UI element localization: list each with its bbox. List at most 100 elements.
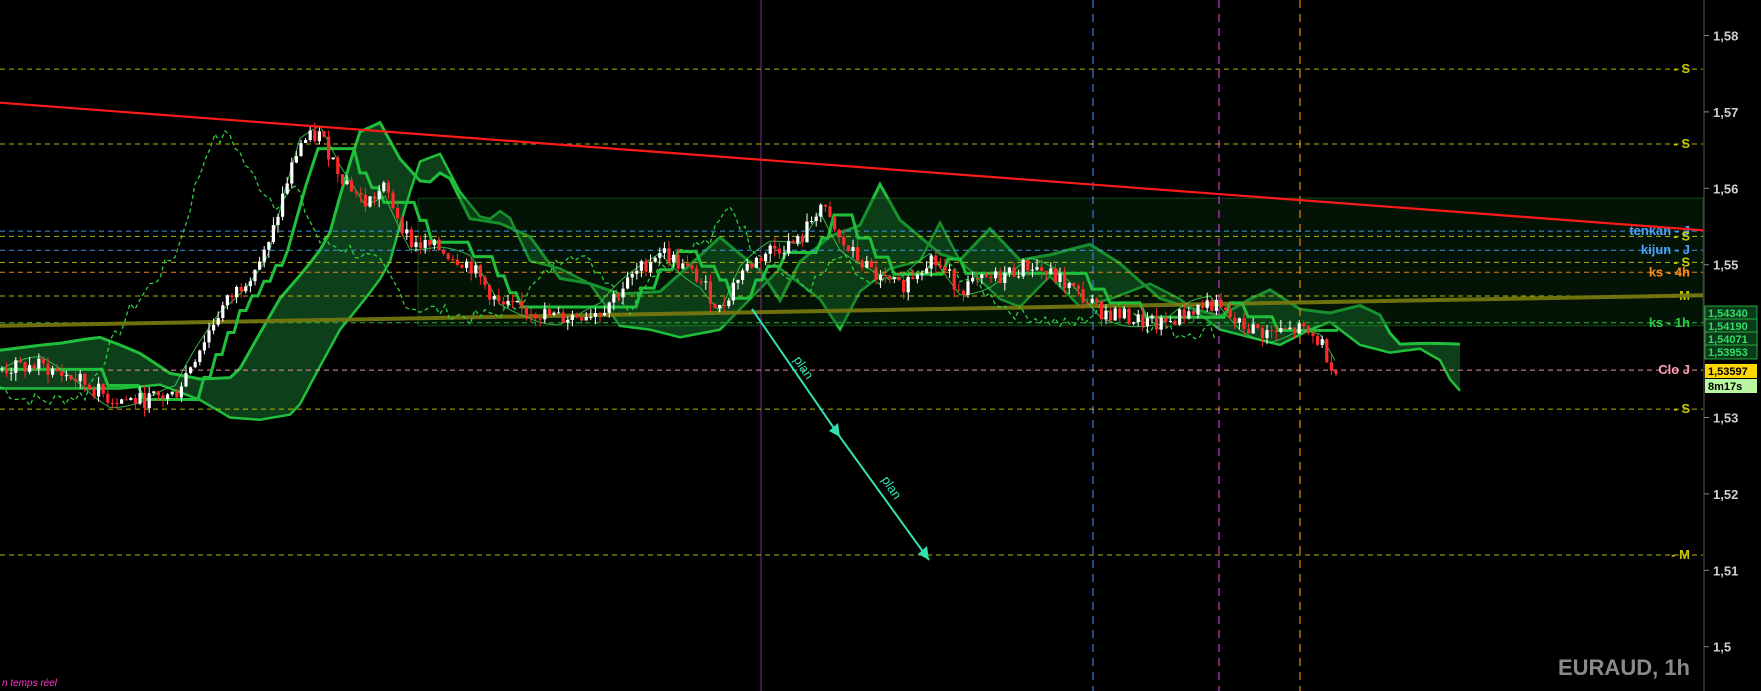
level-label-4: - S	[1673, 228, 1690, 243]
candle-body	[1003, 272, 1007, 283]
candle-body	[248, 281, 252, 287]
candle-body	[1325, 339, 1329, 363]
candle-body	[161, 395, 165, 399]
candle-body	[727, 300, 731, 306]
candle-body	[1187, 311, 1191, 319]
candle-body	[672, 254, 676, 263]
price-badge-1: 1,54340	[1708, 308, 1748, 320]
candle-body	[317, 131, 321, 142]
level-label-7: ks - 4h	[1649, 264, 1690, 279]
candle-body	[1302, 323, 1306, 327]
candle-body	[1320, 339, 1324, 345]
candle-body	[1293, 327, 1297, 334]
candle-body	[143, 392, 147, 409]
candle-body	[386, 182, 390, 193]
candle-body	[1283, 328, 1287, 330]
candle-body	[198, 350, 202, 362]
candle-body	[515, 300, 519, 303]
candle-body	[810, 221, 814, 222]
candle-body	[520, 300, 524, 308]
candle-body	[28, 365, 32, 372]
candle-body	[1155, 315, 1159, 330]
candle-body	[469, 261, 473, 274]
candle-body	[253, 269, 257, 282]
candle-body	[37, 358, 41, 369]
candle-body	[1270, 330, 1274, 332]
candle-body	[580, 317, 584, 321]
candle-body	[55, 368, 59, 372]
candle-body	[1191, 311, 1195, 315]
candle-body	[846, 245, 850, 251]
candle-body	[110, 402, 114, 404]
candle-body	[823, 204, 827, 207]
candle-body	[879, 274, 883, 281]
candle-body	[377, 191, 381, 200]
candle-body	[851, 247, 855, 251]
price-badge-5: 1,53597	[1708, 366, 1748, 378]
candle-body	[649, 261, 653, 272]
candle-body	[1044, 270, 1048, 274]
candle-body	[1279, 328, 1283, 332]
candle-body	[1141, 314, 1145, 327]
candle-body	[97, 383, 101, 397]
candle-body	[409, 229, 413, 247]
candle-body	[225, 295, 229, 306]
candle-body	[465, 261, 469, 268]
candle-body	[695, 268, 699, 282]
candle-body	[133, 398, 137, 404]
candle-body	[621, 288, 625, 298]
candle-body	[1145, 318, 1149, 327]
candle-body	[667, 248, 671, 263]
candle-body	[152, 391, 156, 394]
candle-body	[350, 180, 354, 192]
candle-body	[754, 257, 758, 268]
candle-body	[685, 263, 689, 266]
candle-body	[331, 157, 335, 160]
candle-body	[1311, 332, 1315, 336]
candle-body	[23, 362, 27, 372]
candle-body	[902, 280, 906, 293]
symbol-watermark: EURAUD, 1h	[1558, 655, 1690, 680]
candle-body	[1196, 304, 1200, 315]
candle-body	[934, 255, 938, 266]
candle-body	[78, 373, 82, 382]
axis-tick-label-1: 1,58	[1713, 29, 1738, 44]
candle-body	[1274, 330, 1278, 332]
candle-body	[193, 361, 197, 368]
candle-body	[230, 295, 234, 298]
candle-body	[1076, 285, 1080, 290]
candle-body	[400, 218, 404, 234]
candle-body	[584, 317, 588, 321]
candle-body	[570, 314, 574, 320]
candle-body	[1233, 317, 1237, 323]
candle-body	[1012, 267, 1016, 277]
candle-body	[69, 375, 73, 380]
candle-body	[745, 263, 749, 271]
candle-body	[1178, 309, 1182, 325]
candle-body	[1297, 323, 1301, 334]
candle-body	[106, 393, 110, 403]
candle-body	[1306, 326, 1310, 333]
candle-body	[1109, 310, 1113, 321]
candle-body	[750, 263, 754, 268]
candle-body	[759, 257, 763, 262]
candle-body	[557, 312, 561, 314]
candle-body	[561, 312, 565, 323]
candle-body	[662, 248, 666, 253]
candle-body	[782, 253, 786, 255]
price-badge-6: 8m17s	[1708, 381, 1742, 393]
candle-body	[267, 242, 271, 250]
candle-body	[883, 274, 887, 276]
candle-body	[239, 287, 243, 292]
candle-body	[906, 277, 910, 293]
candle-body	[1214, 299, 1218, 311]
candle-body	[304, 140, 308, 143]
candle-body	[290, 162, 294, 184]
candle-body	[340, 174, 344, 185]
candle-body	[235, 287, 239, 298]
level-label-11: - S	[1673, 401, 1690, 416]
candle-body	[294, 156, 298, 163]
candle-body	[957, 289, 961, 291]
candle-body	[773, 245, 777, 249]
candle-body	[1228, 310, 1232, 318]
